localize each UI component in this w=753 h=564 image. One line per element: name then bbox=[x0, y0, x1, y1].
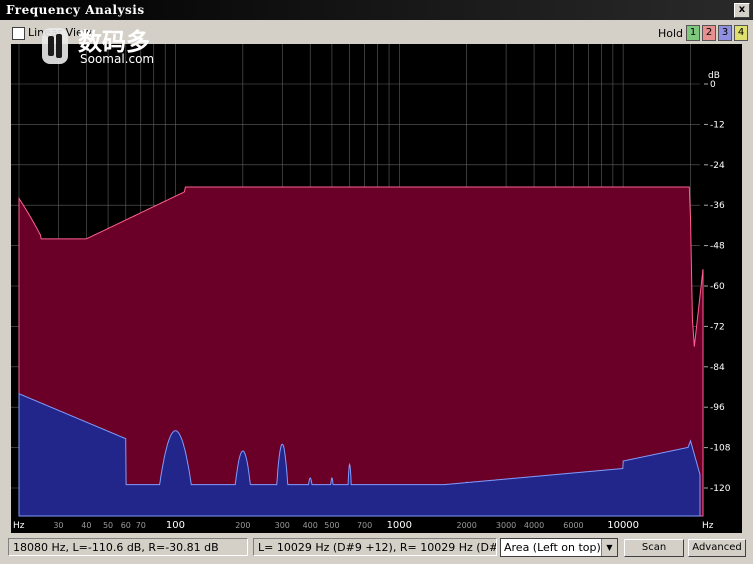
x-tick-label: 3000 bbox=[496, 521, 516, 530]
x-unit-label-left: Hz bbox=[13, 521, 25, 531]
window-title: Frequency Analysis bbox=[6, 3, 145, 17]
y-tick-label: -84 bbox=[710, 363, 725, 373]
view-mode-value: Area (Left on top) bbox=[504, 541, 601, 554]
x-tick-label: 4000 bbox=[524, 521, 544, 530]
x-tick-label: 30 bbox=[53, 521, 63, 530]
x-tick-label: 300 bbox=[275, 521, 290, 530]
x-tick-label: 50 bbox=[103, 521, 113, 530]
y-tick-label: -108 bbox=[710, 444, 731, 454]
x-unit-label-right: Hz bbox=[702, 521, 714, 531]
view-mode-select[interactable]: Area (Left on top) ▼ bbox=[500, 538, 618, 557]
close-button[interactable]: x bbox=[734, 3, 750, 18]
x-tick-label: 100 bbox=[166, 520, 185, 531]
hold-button-4[interactable]: 4 bbox=[734, 25, 748, 41]
x-tick-label: 60 bbox=[121, 521, 131, 530]
soomal-logo-icon bbox=[42, 28, 68, 64]
scan-button[interactable]: Scan bbox=[624, 539, 684, 557]
y-tick-label: -72 bbox=[710, 322, 725, 332]
peak-readout: L= 10029 Hz (D#9 +12), R= 10029 Hz (D#9 bbox=[253, 538, 497, 556]
x-tick-label: 500 bbox=[324, 521, 339, 530]
x-tick-label: 70 bbox=[136, 521, 146, 530]
x-tick-label: 700 bbox=[357, 521, 372, 530]
spectrum-svg: dB0-12-24-36-48-60-72-84-96-108-120Hz Hz3… bbox=[11, 44, 742, 533]
frequency-analysis-window: Frequency Analysis x Linear View Hold 1 … bbox=[0, 0, 753, 564]
x-tick-label: 400 bbox=[303, 521, 318, 530]
chevron-down-icon[interactable]: ▼ bbox=[601, 539, 617, 556]
y-tick-label: -24 bbox=[710, 161, 725, 171]
y-tick-label: 0 bbox=[710, 80, 716, 90]
hold-button-3[interactable]: 3 bbox=[718, 25, 732, 41]
x-tick-label: 200 bbox=[235, 521, 250, 530]
spectrum-plot-area[interactable]: dB 0 -12 -24 -36 -48 -60 -72 -84 -96 -108 -120 Hz Hz 3… bbox=[11, 44, 742, 533]
hold-button-2[interactable]: 2 bbox=[702, 25, 716, 41]
y-tick-label: -48 bbox=[710, 242, 725, 252]
y-tick-label: -12 bbox=[710, 120, 725, 130]
hold-button-1[interactable]: 1 bbox=[686, 25, 700, 41]
y-tick-label: -120 bbox=[710, 484, 731, 494]
title-bar[interactable]: Frequency Analysis x bbox=[0, 0, 753, 20]
x-tick-label: 6000 bbox=[563, 521, 583, 530]
y-tick-label: -60 bbox=[710, 282, 725, 292]
hold-label: Hold bbox=[658, 27, 684, 40]
y-tick-label: -36 bbox=[710, 201, 725, 211]
x-tick-label: 2000 bbox=[456, 521, 476, 530]
cursor-readout: 18080 Hz, L=-110.6 dB, R=-30.81 dB bbox=[8, 538, 248, 556]
y-tick-label: -96 bbox=[710, 403, 725, 413]
advanced-button[interactable]: Advanced bbox=[688, 539, 746, 557]
x-tick-label: 40 bbox=[81, 521, 91, 530]
x-tick-label: 1000 bbox=[387, 520, 412, 531]
x-tick-label: 10000 bbox=[607, 520, 639, 531]
linear-view-checkbox[interactable] bbox=[12, 27, 25, 40]
watermark-en: Soomal.com bbox=[80, 52, 155, 66]
